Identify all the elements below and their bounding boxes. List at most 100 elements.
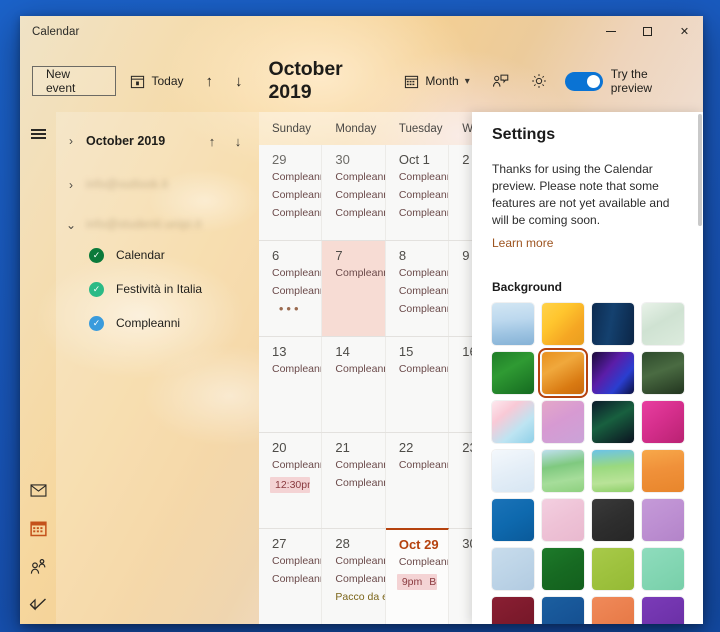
day-cell-22[interactable]: 22Compleanno di Silvi bbox=[386, 433, 449, 528]
background-swatch-solid-lilac[interactable] bbox=[642, 499, 684, 541]
try-the-preview-toggle[interactable] bbox=[565, 72, 603, 91]
event-item[interactable]: Compleanno di Cam bbox=[259, 555, 321, 567]
background-swatch-solid-charcoal[interactable] bbox=[592, 499, 634, 541]
event-item[interactable]: Compleanno di Andr bbox=[322, 459, 384, 471]
calendar-checkbox-birthdays[interactable]: ✓ bbox=[89, 316, 104, 331]
calendar-list-item-calendar[interactable]: ✓ Calendar bbox=[56, 240, 259, 270]
event-item[interactable]: Compleanno di Fabi bbox=[386, 303, 448, 315]
event-item[interactable]: Compleanno di Nico bbox=[322, 477, 384, 489]
event-item[interactable]: Compleanno di Fran bbox=[259, 171, 321, 183]
background-swatch-solid-pink[interactable] bbox=[542, 499, 584, 541]
background-swatch-solid-navy[interactable] bbox=[542, 597, 584, 624]
background-swatch-orange-dandelion[interactable] bbox=[542, 352, 584, 394]
next-period-button[interactable]: ↓ bbox=[227, 65, 251, 97]
learn-more-link[interactable]: Learn more bbox=[492, 236, 553, 250]
view-switcher-month[interactable]: Month ▾ bbox=[396, 65, 477, 97]
event-chip[interactable]: 9pmBresc bbox=[397, 574, 437, 590]
mini-calendar-prev-button[interactable]: ↑ bbox=[199, 128, 225, 154]
event-item[interactable]: Compleanno di Paol bbox=[322, 189, 384, 201]
day-cell-30[interactable]: 30Compleanno di GiulCompleanno di PaolCo… bbox=[322, 145, 385, 240]
event-item[interactable]: Compleanno di Vale bbox=[259, 459, 321, 471]
event-item[interactable]: Compleanno di Giul bbox=[322, 171, 384, 183]
more-events-button[interactable]: ••• bbox=[259, 303, 321, 313]
day-cell-27[interactable]: 27Compleanno di CamCompleanno di Dani bbox=[259, 529, 322, 624]
minimize-button[interactable] bbox=[592, 16, 629, 46]
event-item[interactable]: Compleanno di Chia bbox=[386, 189, 448, 201]
event-item[interactable]: Compleanno di Luca bbox=[259, 189, 321, 201]
background-swatch-summer-field[interactable] bbox=[592, 450, 634, 492]
background-swatch-pink-texture[interactable] bbox=[542, 401, 584, 443]
background-swatch-solid-lime[interactable] bbox=[592, 548, 634, 590]
account-2-collapse-chevron[interactable]: ⌄ bbox=[56, 218, 86, 232]
background-swatch-magenta-petals[interactable] bbox=[642, 401, 684, 443]
day-cell-oct-29[interactable]: Oct 29Compleanno di Emm9pmBresc bbox=[386, 528, 449, 624]
event-item[interactable]: Compleanno di Marc bbox=[259, 207, 321, 219]
calendar-list-item-birthdays[interactable]: ✓ Compleanni bbox=[56, 308, 259, 338]
day-cell-29[interactable]: 29Compleanno di FranCompleanno di LucaCo… bbox=[259, 145, 322, 240]
day-cell-oct-1[interactable]: Oct 1Compleanno di AlesCompleanno di Chi… bbox=[386, 145, 449, 240]
event-item[interactable]: Compleanno di Robe bbox=[259, 267, 321, 279]
day-cell-8[interactable]: 8Compleanno di AntoCompleanno di ElisaCo… bbox=[386, 241, 449, 336]
event-item[interactable]: Compleanno di Sara bbox=[259, 285, 321, 297]
event-item[interactable]: Compleanno di Dav bbox=[386, 207, 448, 219]
event-item[interactable]: Compleanno di Silvi bbox=[386, 459, 448, 471]
background-swatch-solid-green[interactable] bbox=[542, 548, 584, 590]
day-cell-13[interactable]: 13Compleanno di Gior bbox=[259, 337, 322, 432]
rail-item-todo[interactable] bbox=[20, 586, 56, 622]
background-swatch-purple-neon[interactable] bbox=[592, 352, 634, 394]
event-item[interactable]: Compleanno di Anto bbox=[386, 267, 448, 279]
background-swatch-forest-trees[interactable] bbox=[642, 352, 684, 394]
background-swatch-snowman-white[interactable] bbox=[492, 450, 534, 492]
event-item[interactable]: Compleanno di Emm bbox=[386, 556, 448, 568]
today-button[interactable]: Today bbox=[122, 65, 191, 97]
day-cell-7[interactable]: 7Compleanno di Mich bbox=[322, 241, 385, 336]
background-swatch-solid-violet[interactable] bbox=[642, 597, 684, 624]
rail-item-people[interactable] bbox=[20, 548, 56, 584]
event-item[interactable]: Compleanno di Ales bbox=[386, 171, 448, 183]
background-swatch-solid-powder[interactable] bbox=[492, 548, 534, 590]
day-cell-21[interactable]: 21Compleanno di AndrCompleanno di Nico bbox=[322, 433, 385, 528]
account-group-2[interactable]: ⌄ info@studenti.unipi.it bbox=[56, 208, 259, 242]
calendar-list-item-holidays[interactable]: ✓ Festività in Italia bbox=[56, 274, 259, 304]
event-item[interactable]: Compleanno di Mich bbox=[322, 267, 384, 279]
background-swatch-aurora-night[interactable] bbox=[592, 401, 634, 443]
day-cell-15[interactable]: 15Compleanno di Mart bbox=[386, 337, 449, 432]
event-item[interactable]: Compleanno di Elisa bbox=[386, 285, 448, 297]
background-swatch-clover-green[interactable] bbox=[492, 352, 534, 394]
event-item[interactable]: Compleanno di Gabr bbox=[322, 573, 384, 585]
background-swatch-solid-blue[interactable] bbox=[492, 499, 534, 541]
rail-item-mail[interactable] bbox=[20, 472, 56, 508]
settings-button[interactable] bbox=[523, 65, 555, 97]
background-swatch-solid-coral[interactable] bbox=[592, 597, 634, 624]
event-item[interactable]: Pacco da eBay bbox=[322, 591, 384, 603]
background-swatch-blue-wood[interactable] bbox=[592, 303, 634, 345]
event-item[interactable]: Compleanno di Fede bbox=[322, 555, 384, 567]
background-swatch-spring-trees[interactable] bbox=[542, 450, 584, 492]
previous-period-button[interactable]: ↑ bbox=[198, 65, 222, 97]
new-event-button[interactable]: New event bbox=[32, 66, 116, 96]
background-swatch-pastel-swirl[interactable] bbox=[492, 401, 534, 443]
event-chip[interactable]: 12:30pmSa bbox=[270, 477, 310, 493]
share-button[interactable] bbox=[484, 65, 517, 97]
maximize-button[interactable] bbox=[629, 16, 666, 46]
hamburger-menu-button[interactable] bbox=[20, 116, 56, 152]
rail-item-calendar[interactable] bbox=[20, 510, 56, 546]
event-item[interactable]: Compleanno di Dani bbox=[259, 573, 321, 585]
background-swatch-mountain-snow[interactable] bbox=[492, 303, 534, 345]
day-cell-28[interactable]: 28Compleanno di FedeCompleanno di GabrPa… bbox=[322, 529, 385, 624]
background-swatch-autumn-scarecrow[interactable] bbox=[642, 450, 684, 492]
background-swatch-solid-maroon[interactable] bbox=[492, 597, 534, 624]
background-swatch-yellow-leaves[interactable] bbox=[542, 303, 584, 345]
background-swatch-white-foliage[interactable] bbox=[642, 303, 684, 345]
day-cell-6[interactable]: 6Compleanno di RobeCompleanno di Sara••• bbox=[259, 241, 322, 336]
day-cell-14[interactable]: 14Compleanno di Stef bbox=[322, 337, 385, 432]
account-1-expand-chevron[interactable]: › bbox=[56, 178, 86, 192]
day-cell-20[interactable]: 20Compleanno di Vale12:30pmSa bbox=[259, 433, 322, 528]
background-swatch-solid-mint[interactable] bbox=[642, 548, 684, 590]
calendar-checkbox-holidays[interactable]: ✓ bbox=[89, 282, 104, 297]
event-item[interactable]: Compleanno di Gior bbox=[259, 363, 321, 375]
expand-mini-calendar-chevron[interactable]: › bbox=[56, 134, 86, 148]
event-item[interactable]: Compleanno di Simo bbox=[322, 207, 384, 219]
event-item[interactable]: Compleanno di Stef bbox=[322, 363, 384, 375]
account-group-1[interactable]: › info@outlook.it bbox=[56, 168, 259, 202]
